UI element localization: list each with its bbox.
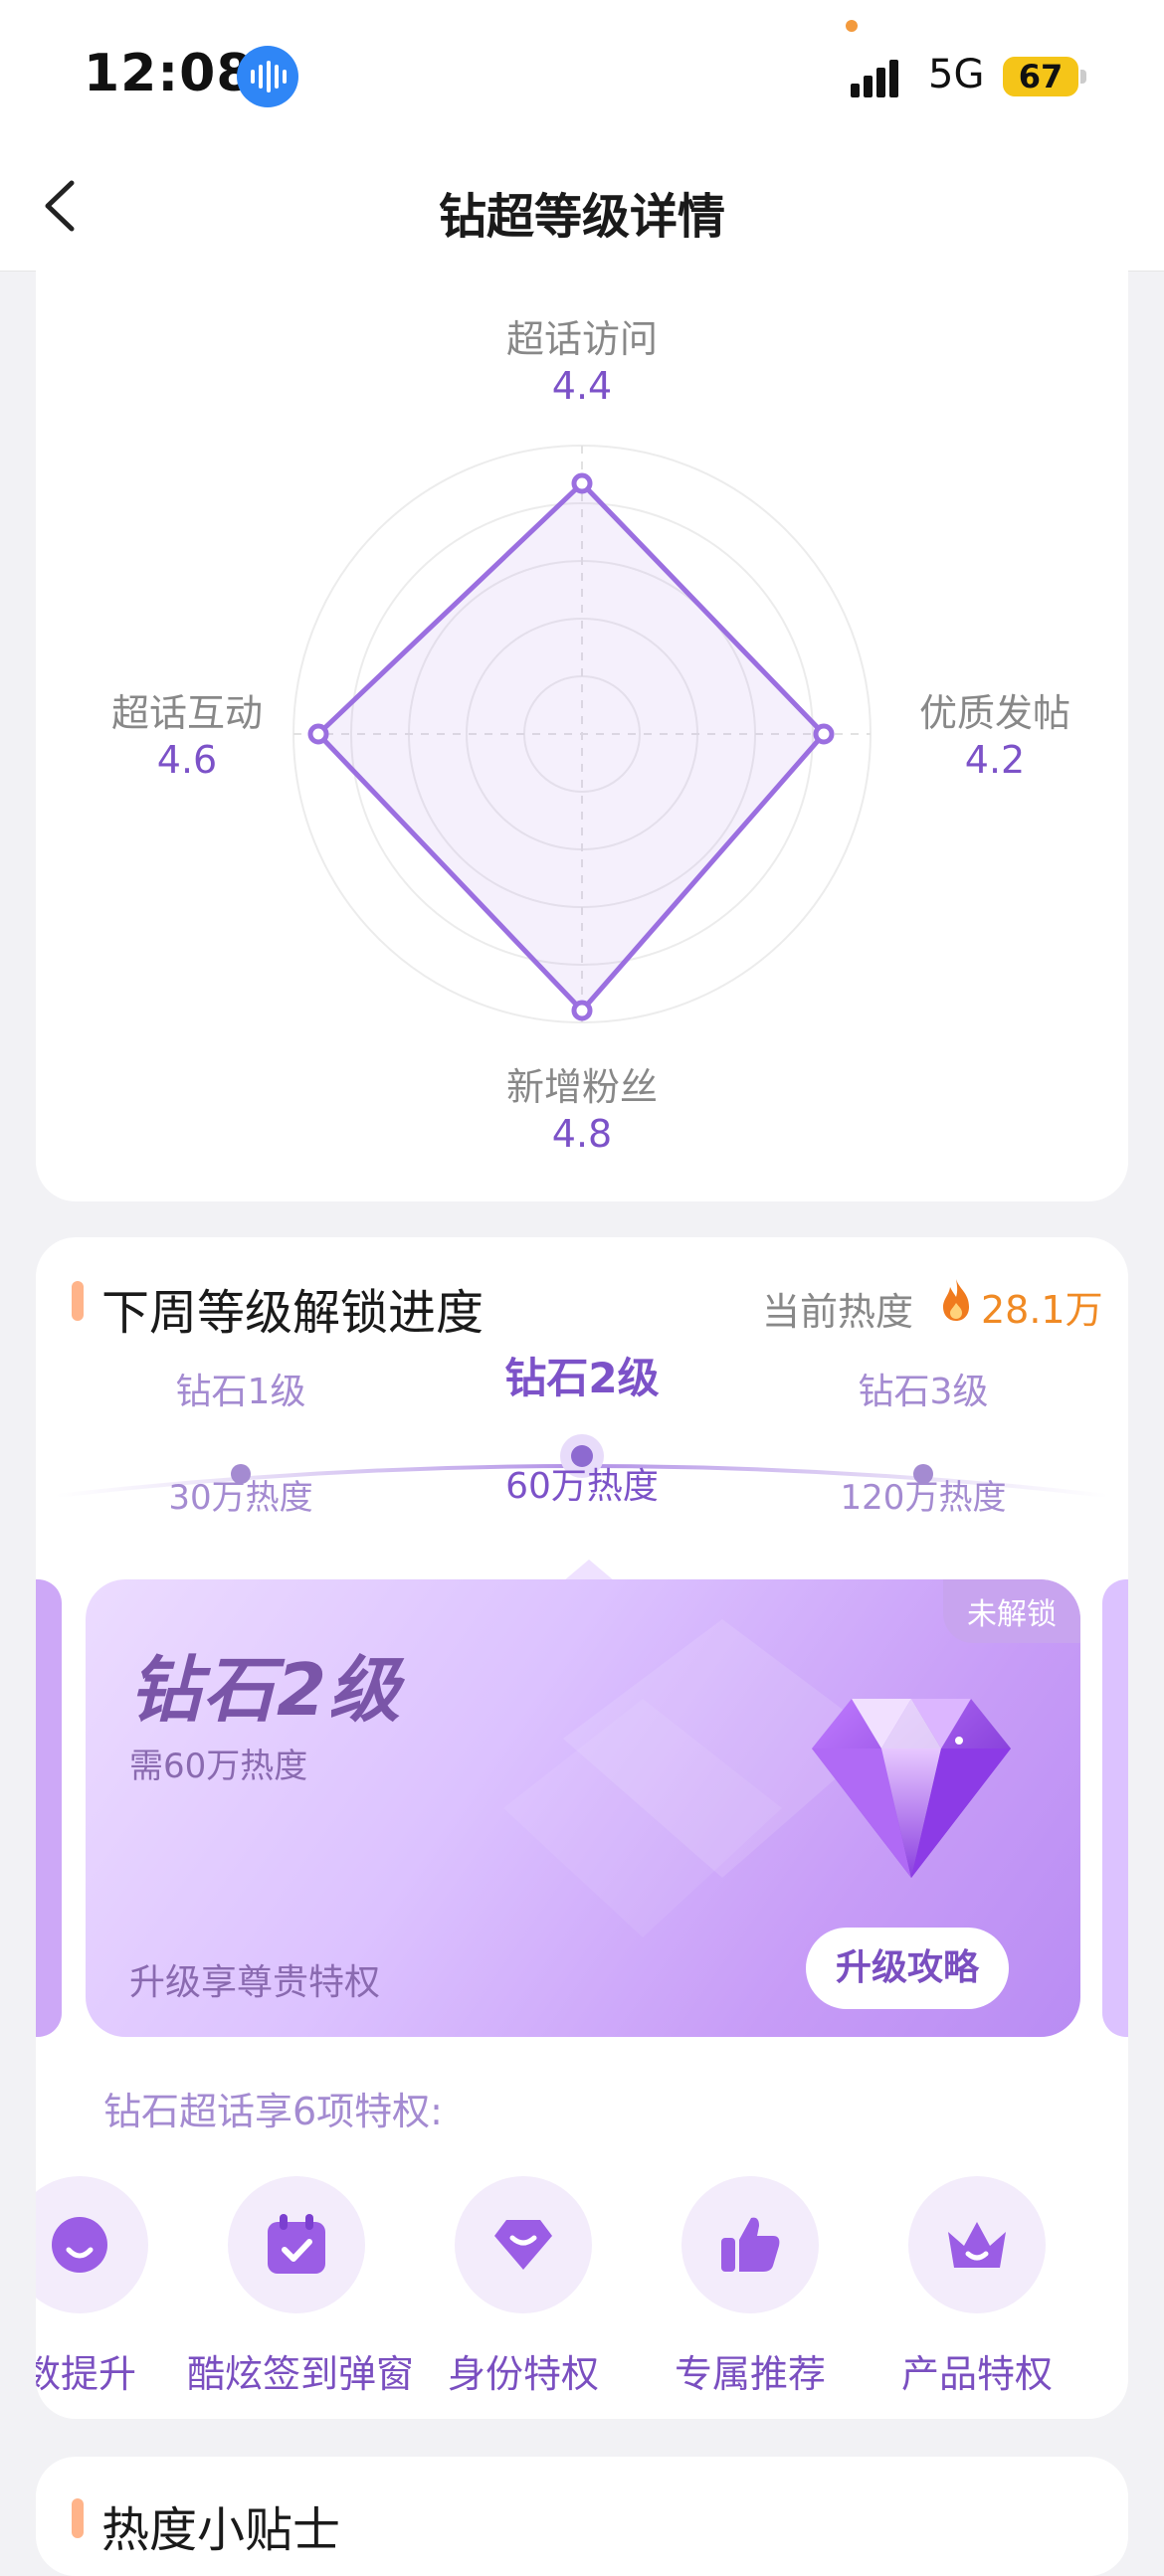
- current-heat-label: 当前热度: [762, 1290, 914, 1334]
- radar-card: 超话访问 4.4 优质发帖 4.2 新增粉丝 4.8 超话互动 4.6: [36, 269, 1128, 1201]
- battery-cap-icon: [1080, 70, 1086, 84]
- nav-bar: 钻超等级详情: [0, 149, 1164, 272]
- status-badge: 未解锁: [943, 1579, 1080, 1643]
- tips-title: 热度小贴士: [101, 2502, 341, 2558]
- card-level-name: 钻石2级: [129, 1648, 403, 1732]
- privilege-item[interactable]: 产品特权: [868, 2176, 1086, 2398]
- privilege-label: 专属推荐: [674, 2352, 826, 2396]
- level-name: 钻石1级: [175, 1372, 306, 1412]
- privilege-label: 数提升: [36, 2352, 136, 2396]
- level-name: 钻石2级: [504, 1354, 660, 1402]
- privilege-icon-bg: [908, 2176, 1046, 2313]
- thumbs-up-icon: [721, 2217, 780, 2272]
- current-heat-value: 28.1万: [981, 1288, 1103, 1332]
- card-pointer: [563, 1560, 615, 1581]
- heat-tips-card: 热度小贴士: [36, 2457, 1128, 2576]
- status-time: 12:08: [84, 44, 254, 103]
- network-type: 5G: [928, 52, 985, 97]
- prev-level-card[interactable]: [36, 1579, 62, 2037]
- calendar-check-icon: [268, 2214, 325, 2274]
- privilege-item[interactable]: 专属推荐: [641, 2176, 860, 2398]
- status-bar: 12:08 5G 67: [0, 0, 1164, 149]
- section-accent-bar: [72, 2498, 84, 2538]
- card-footer-text: 升级享尊贵特权: [129, 1962, 381, 2003]
- level-card[interactable]: 未解锁 钻石2级 需60万热度 升级享尊贵特权 升级攻略: [86, 1579, 1080, 2037]
- diamond-icon: [812, 1699, 1011, 1878]
- privilege-label: 产品特权: [900, 2352, 1053, 2396]
- level-progress-card: 下周等级解锁进度 当前热度 28.1万 钻石1级 30万热度 钻石2级 60万热…: [36, 1237, 1128, 2419]
- signal-icon: [851, 58, 910, 97]
- radar-label-bottom: 新增粉丝: [505, 1065, 658, 1109]
- privilege-icon-bg: [36, 2176, 148, 2313]
- privilege-item[interactable]: 身份特权: [414, 2176, 633, 2398]
- level-heat: 120万热度: [840, 1478, 1007, 1518]
- upgrade-guide-button[interactable]: 升级攻略: [806, 1928, 1009, 2009]
- level-name: 钻石3级: [858, 1372, 989, 1412]
- radar-label-top: 超话访问: [505, 317, 658, 361]
- card-requirement: 需60万热度: [129, 1747, 308, 1786]
- privilege-item[interactable]: 数提升: [36, 2176, 189, 2398]
- radar-label-left: 超话互动: [110, 691, 263, 735]
- privilege-icon-bg: [228, 2176, 365, 2313]
- radar-value-top: 4.4: [551, 364, 613, 408]
- voice-assistant-icon[interactable]: [237, 46, 298, 107]
- privilege-icon-bg: [681, 2176, 819, 2313]
- gem-icon: [494, 2220, 552, 2270]
- radar-value-right: 4.2: [964, 738, 1026, 782]
- next-level-card[interactable]: [1102, 1579, 1128, 2037]
- privilege-icon-bg: [455, 2176, 592, 2313]
- privilege-label: 身份特权: [447, 2352, 599, 2396]
- privilege-label: 酷炫签到弹窗: [187, 2352, 415, 2396]
- radar-label-right: 优质发帖: [918, 691, 1070, 735]
- battery-level: 67: [1003, 57, 1078, 96]
- level-item[interactable]: 钻石1级 30万热度: [92, 1363, 390, 1519]
- page-title: 钻超等级详情: [438, 189, 725, 245]
- section-title: 下周等级解锁进度: [101, 1285, 485, 1341]
- section-accent-bar: [72, 1281, 84, 1321]
- level-item[interactable]: 钻石3级 120万热度: [774, 1363, 1072, 1519]
- radar-value-bottom: 4.8: [551, 1112, 613, 1156]
- privacy-indicator-dot: [846, 20, 858, 32]
- radar-value-left: 4.6: [156, 738, 218, 782]
- crown-icon: [948, 2222, 1006, 2268]
- privilege-item[interactable]: 酷炫签到弹窗: [187, 2176, 415, 2398]
- smile-icon: [52, 2217, 107, 2273]
- level-item-selected[interactable]: 钻石2级 60万热度: [433, 1345, 731, 1509]
- level-heat: 60万热度: [505, 1466, 659, 1507]
- privileges-title: 钻石超话享6项特权:: [103, 2090, 443, 2133]
- level-heat: 30万热度: [168, 1478, 313, 1518]
- flame-icon: [943, 1279, 969, 1321]
